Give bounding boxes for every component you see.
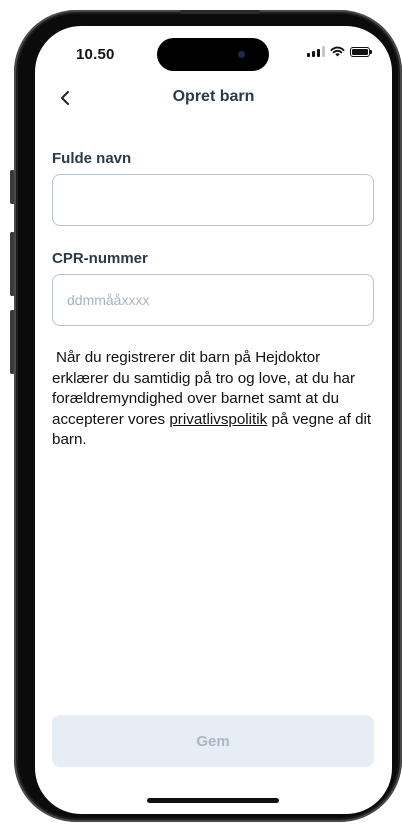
dynamic-island bbox=[157, 38, 269, 71]
wifi-icon bbox=[330, 46, 345, 57]
speaker-grille bbox=[180, 10, 260, 14]
privacy-policy-link[interactable]: privatlivspolitik bbox=[169, 411, 267, 428]
full-name-input[interactable] bbox=[52, 174, 374, 226]
app-screen: 10.50 Opret barn Fulde navn CPR-nummer d… bbox=[35, 26, 392, 814]
cellular-signal-icon bbox=[307, 46, 325, 57]
phone-device: 10.50 Opret barn Fulde navn CPR-nummer d… bbox=[0, 0, 402, 830]
consent-text: Når du registrerer dit barn på Hejdoktor… bbox=[52, 348, 378, 451]
home-indicator[interactable] bbox=[147, 798, 279, 803]
cpr-input[interactable] bbox=[52, 274, 374, 326]
battery-icon bbox=[350, 46, 372, 57]
camera-indicator bbox=[238, 51, 245, 58]
status-time: 10.50 bbox=[76, 46, 115, 63]
status-icons bbox=[307, 46, 372, 57]
full-name-label: Fulde navn bbox=[52, 150, 132, 167]
cpr-label: CPR-nummer bbox=[52, 250, 148, 267]
page-title: Opret barn bbox=[172, 88, 255, 105]
save-button[interactable]: Gem bbox=[52, 715, 374, 767]
